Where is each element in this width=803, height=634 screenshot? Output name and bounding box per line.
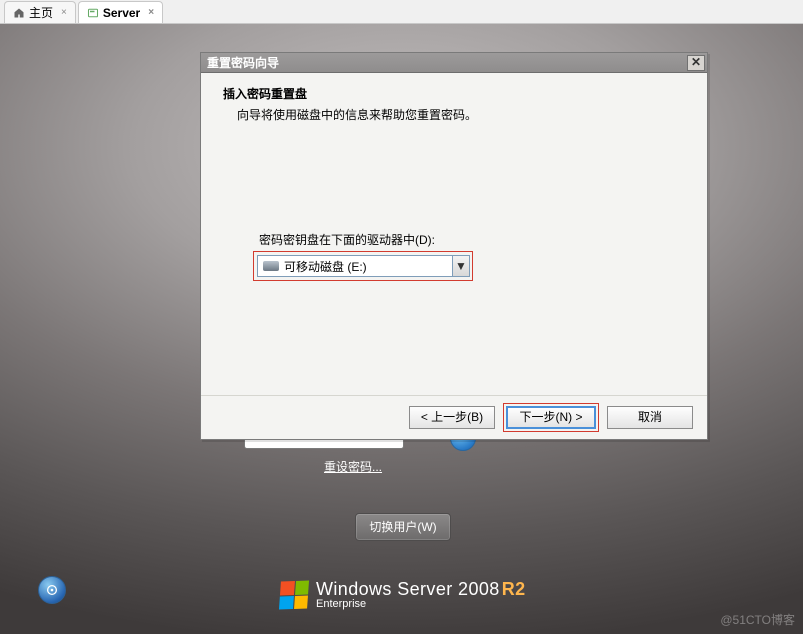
next-button-highlight: 下一步(N) > bbox=[503, 403, 599, 432]
drive-field-label: 密码密钥盘在下面的驱动器中(D): bbox=[259, 231, 435, 248]
reset-password-wizard: 重置密码向导 ✕ 插入密码重置盘 向导将使用磁盘中的信息来帮助您重置密码。 密码… bbox=[200, 52, 708, 440]
dialog-content: 插入密码重置盘 向导将使用磁盘中的信息来帮助您重置密码。 密码密钥盘在下面的驱动… bbox=[201, 73, 707, 395]
login-screen: 重设密码... 切换用户(W) Windows Server 2008R2 En… bbox=[0, 24, 803, 634]
drive-select-highlight: 可移动磁盘 (E:) ▼ bbox=[253, 251, 473, 281]
windows-logo-icon bbox=[279, 580, 309, 609]
tab-strip: 主页 × Server × bbox=[0, 0, 803, 24]
tab-label: Server bbox=[103, 6, 140, 20]
switch-user-button[interactable]: 切换用户(W) bbox=[355, 513, 451, 541]
branding-text: Windows Server 2008R2 Enterprise bbox=[316, 579, 526, 610]
ease-of-access-button[interactable] bbox=[38, 576, 66, 604]
watermark: @51CTO博客 bbox=[720, 611, 795, 628]
back-button[interactable]: < 上一步(B) bbox=[409, 406, 495, 429]
server-icon bbox=[87, 7, 99, 19]
close-button[interactable]: ✕ bbox=[687, 55, 705, 71]
disk-icon bbox=[263, 261, 279, 271]
close-icon[interactable]: × bbox=[148, 7, 154, 18]
home-icon bbox=[13, 7, 25, 19]
dialog-heading: 插入密码重置盘 bbox=[223, 85, 689, 102]
close-icon[interactable]: × bbox=[61, 7, 67, 18]
dialog-button-bar: < 上一步(B) 下一步(N) > 取消 bbox=[201, 395, 707, 439]
os-branding: Windows Server 2008R2 Enterprise bbox=[280, 579, 526, 610]
tab-home[interactable]: 主页 × bbox=[4, 1, 76, 23]
gear-icon bbox=[45, 583, 59, 597]
dialog-subheading: 向导将使用磁盘中的信息来帮助您重置密码。 bbox=[237, 106, 689, 123]
drive-select[interactable]: 可移动磁盘 (E:) ▼ bbox=[257, 255, 470, 277]
drive-select-value: 可移动磁盘 (E:) bbox=[284, 258, 367, 275]
tab-label: 主页 bbox=[29, 4, 53, 21]
next-button[interactable]: 下一步(N) > bbox=[506, 406, 596, 429]
reset-password-link[interactable]: 重设密码... bbox=[324, 458, 382, 475]
tab-server[interactable]: Server × bbox=[78, 1, 163, 23]
chevron-down-icon[interactable]: ▼ bbox=[452, 256, 469, 276]
cancel-button[interactable]: 取消 bbox=[607, 406, 693, 429]
dialog-titlebar[interactable]: 重置密码向导 ✕ bbox=[201, 53, 707, 73]
dialog-title: 重置密码向导 bbox=[207, 54, 279, 71]
